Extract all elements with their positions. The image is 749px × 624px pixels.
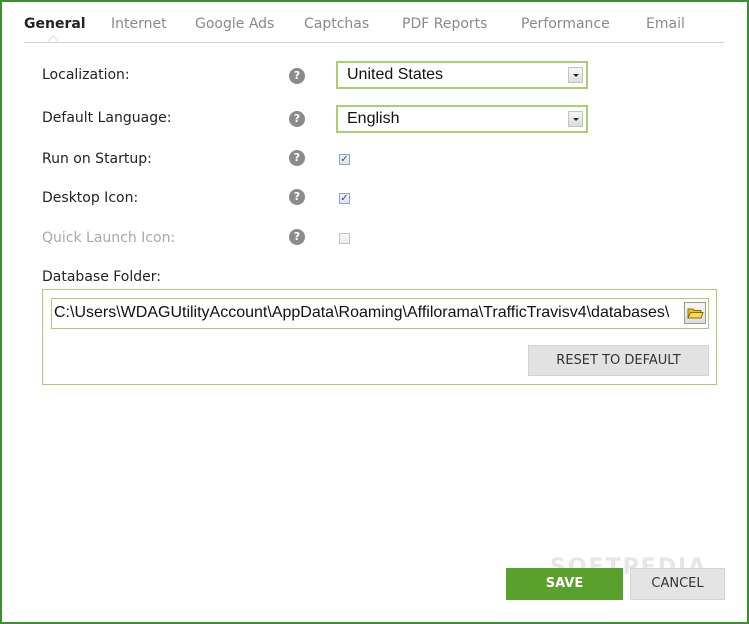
help-icon[interactable]: ?	[289, 68, 305, 84]
active-tab-indicator	[48, 35, 58, 41]
database-path-value: C:\Users\WDAGUtilityAccount\AppData\Roam…	[54, 304, 670, 321]
localization-value: United States	[347, 66, 444, 83]
tab-bar: General Internet Google Ads Captchas PDF…	[24, 16, 724, 43]
run-on-startup-label: Run on Startup:	[42, 151, 152, 167]
folder-open-icon	[687, 308, 704, 319]
save-button[interactable]: SAVE	[506, 568, 623, 600]
help-icon[interactable]: ?	[289, 189, 305, 205]
localization-select[interactable]: United States	[336, 61, 588, 89]
browse-folder-button[interactable]	[684, 302, 706, 324]
quick-launch-icon-label: Quick Launch Icon:	[42, 230, 176, 246]
settings-window: General Internet Google Ads Captchas PDF…	[0, 0, 749, 624]
default-language-label: Default Language:	[42, 110, 172, 126]
tab-internet[interactable]: Internet	[111, 16, 167, 32]
quick-launch-icon-checkbox[interactable]	[339, 233, 350, 244]
default-language-select[interactable]: English	[336, 105, 588, 133]
cancel-button[interactable]: CANCEL	[630, 568, 725, 600]
desktop-icon-label: Desktop Icon:	[42, 190, 139, 206]
help-icon[interactable]: ?	[289, 111, 305, 127]
desktop-icon-checkbox[interactable]: ✓	[339, 193, 350, 204]
tab-general[interactable]: General	[24, 16, 86, 32]
default-language-value: English	[347, 110, 400, 127]
tab-captchas[interactable]: Captchas	[304, 16, 369, 32]
tab-email[interactable]: Email	[646, 16, 685, 32]
tab-pdf-reports[interactable]: PDF Reports	[402, 16, 487, 32]
reset-to-default-button[interactable]: RESET TO DEFAULT	[528, 345, 709, 376]
database-path-input[interactable]: C:\Users\WDAGUtilityAccount\AppData\Roam…	[51, 298, 709, 329]
localization-label: Localization:	[42, 67, 130, 83]
tab-google-ads[interactable]: Google Ads	[195, 16, 274, 32]
help-icon[interactable]: ?	[289, 229, 305, 245]
database-folder-label: Database Folder:	[42, 269, 161, 285]
chevron-down-icon[interactable]	[568, 67, 583, 83]
chevron-down-icon[interactable]	[568, 111, 583, 127]
help-icon[interactable]: ?	[289, 150, 305, 166]
database-folder-group: C:\Users\WDAGUtilityAccount\AppData\Roam…	[42, 289, 717, 385]
run-on-startup-checkbox[interactable]: ✓	[339, 154, 350, 165]
tab-performance[interactable]: Performance	[521, 16, 610, 32]
